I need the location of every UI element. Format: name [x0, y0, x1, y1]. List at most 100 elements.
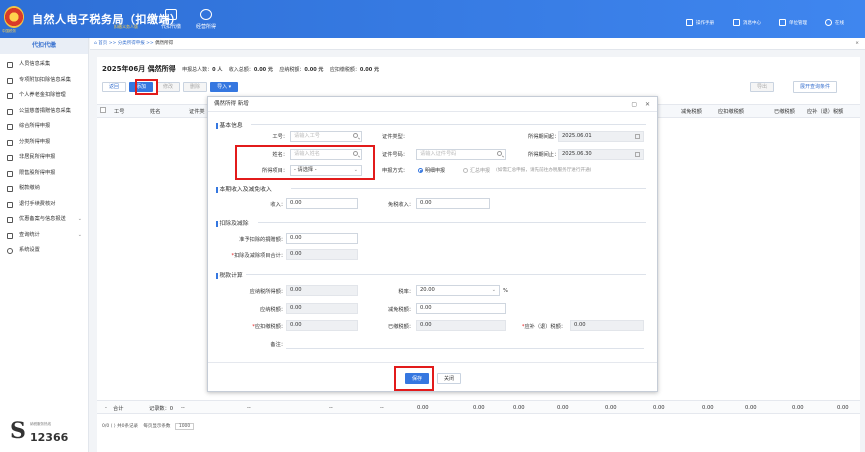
method-summary-radio[interactable]: 汇总申报	[463, 167, 490, 174]
sidebar-item-nonresident[interactable]: 非居民所得申报	[0, 150, 88, 166]
pager-arrows[interactable]: ⟨ ⟩	[111, 424, 116, 429]
message-center-link[interactable]: 消息中心	[733, 19, 761, 26]
maximize-icon[interactable]: ▢	[631, 97, 637, 112]
sidebar-item-pension[interactable]: 个人养老金扣除管理	[0, 88, 88, 104]
stock-icon	[7, 170, 13, 177]
hotline-logo: S 纳税服务热线 12366	[10, 418, 69, 444]
add-record-dialog: 偶然所得 新增 ▢ ✕ 基本信息 工号： 请输入工号 证件类型： 所得期间起： …	[207, 96, 658, 392]
stat-withhold: 应扣缴税额：0.00 元	[329, 67, 379, 73]
unit-management-link[interactable]: 单位管理	[779, 19, 807, 26]
close-tab-icon[interactable]: ×	[855, 38, 859, 50]
section-tax-calc: 税款计算	[216, 270, 646, 279]
dialog-footer: 保存 关闭	[208, 362, 657, 392]
breadcrumb-parent[interactable]: 分类所得申报	[118, 41, 145, 46]
sidebar-item-person-info[interactable]: 人员信息采集	[0, 57, 88, 73]
tax-due-value: 0.00	[286, 303, 358, 314]
refund-icon	[7, 201, 13, 208]
stat-people: 申报总人数：0 人	[182, 67, 223, 73]
period-start-input[interactable]: 2025.06.01	[558, 131, 644, 142]
manual-link[interactable]: 操作手册	[686, 19, 714, 26]
calendar-icon	[635, 152, 640, 157]
person-icon	[7, 62, 13, 68]
import-button[interactable]: 导入 ▾	[210, 82, 239, 92]
per-page-select[interactable]: 1000	[174, 423, 195, 430]
preferential-icon	[7, 217, 13, 223]
chevron-down-icon: ⌄	[77, 216, 82, 222]
sidebar-item-special-deduction[interactable]: 专项附加扣除信息采集	[0, 73, 88, 89]
coins-icon	[200, 9, 212, 20]
chevron-down-icon: ▾	[228, 84, 232, 90]
section-income: 本期收入及减免收入	[216, 184, 646, 193]
income-input[interactable]: 0.00	[286, 198, 358, 209]
section-deduction: 扣除及减除	[216, 218, 646, 227]
edit-button[interactable]: 修改	[156, 82, 181, 92]
dialog-title: 偶然所得 新增	[214, 101, 249, 107]
sidebar-header: 代扣代缴	[0, 38, 88, 54]
online-status[interactable]: 在线	[825, 19, 844, 26]
sidebar-item-donation[interactable]: 公益慈善捐赠信息采集	[0, 104, 88, 120]
sidebar-item-query[interactable]: 查询统计 ⌄	[0, 228, 88, 244]
highlight-add-button	[135, 79, 158, 95]
hotline-number: 12366	[30, 431, 69, 444]
sidebar-item-comprehensive[interactable]: 综合所得申报	[0, 119, 88, 135]
query-icon	[7, 232, 13, 239]
nav-business-income[interactable]: 经营所得	[186, 9, 226, 30]
highlight-save-button	[394, 366, 434, 391]
breadcrumb-current: 偶然所得	[155, 41, 174, 46]
toolbar: 返回 添加 修改 删除 导入 ▾	[102, 82, 239, 92]
export-button[interactable]: 导出	[750, 82, 775, 92]
search-icon[interactable]	[353, 133, 358, 138]
app-subtitle: 扣缴义务人版	[114, 24, 138, 29]
back-button[interactable]: 返回	[102, 82, 127, 92]
tax-emblem-icon	[4, 6, 24, 28]
expand-query-button[interactable]: 展开查询条件	[793, 81, 838, 93]
donation-input[interactable]: 0.00	[286, 233, 358, 244]
select-all-checkbox[interactable]	[100, 107, 106, 113]
note-input[interactable]	[286, 348, 644, 349]
summary-row: - 合计 记录数：0 -- -- -- -- 0.00 0.00 0.00 0.…	[97, 400, 860, 414]
cert-number-input[interactable]: 请输入证件号码	[416, 149, 506, 160]
dialog-header: 偶然所得 新增 ▢ ✕	[208, 97, 657, 112]
breadcrumb-home[interactable]: 首页	[98, 41, 107, 46]
nav-withholding[interactable]: 代扣代缴	[151, 9, 191, 30]
sidebar-item-refund-fee[interactable]: 退付手续费核对	[0, 197, 88, 213]
gear-icon	[7, 248, 13, 254]
sidebar-item-tax-payment[interactable]: 税款缴纳	[0, 181, 88, 197]
tax-relief-input[interactable]: 0.00	[416, 303, 506, 314]
taxable-income-value: 0.00	[286, 285, 358, 296]
pension-icon	[7, 93, 13, 99]
method-detail-radio[interactable]: 明细申报	[418, 167, 445, 174]
breadcrumb: ⌂ 首页 >> 分类所得申报 >> 偶然所得 ×	[90, 38, 865, 50]
close-button[interactable]: 关闭	[437, 373, 462, 384]
close-icon[interactable]: ✕	[645, 97, 650, 112]
nav-label: 经营所得	[195, 24, 216, 30]
tax-rate-select[interactable]: 20.00 ⌄	[416, 285, 500, 296]
pagination: 0/0 ⟨ ⟩ 共0条记录 每页显示条数 1000	[102, 423, 195, 430]
period-end-input[interactable]: 2025.06.30	[558, 149, 644, 160]
sidebar-item-preferential[interactable]: 优惠备案与信息报送 ⌄	[0, 212, 88, 228]
withhold-value: 0.00	[286, 320, 358, 331]
briefcase-icon	[165, 9, 177, 20]
sidebar-item-settings[interactable]: 系统设置	[0, 243, 88, 259]
emblem-caption: 中国税务	[2, 29, 16, 33]
section-basic-info: 基本信息	[216, 120, 646, 129]
delete-button[interactable]: 删除	[183, 82, 208, 92]
payment-icon	[7, 186, 13, 192]
search-icon[interactable]	[497, 151, 502, 156]
withhold-label: *应扣缴税额：	[252, 324, 286, 330]
dialog-body: 基本信息 工号： 请输入工号 证件类型： 所得期间起： 2025.06.01 姓…	[208, 112, 657, 362]
category-icon	[7, 139, 13, 146]
sidebar-item-restricted-stock[interactable]: 限售股所得申报	[0, 166, 88, 182]
globe-icon	[7, 155, 13, 161]
sidebar-item-classified[interactable]: 分类所得申报	[0, 135, 88, 151]
paid-value: 0.00	[416, 320, 506, 331]
calendar-icon	[635, 134, 640, 139]
book-icon	[686, 19, 693, 26]
message-icon	[733, 19, 740, 26]
employee-id-input[interactable]: 请输入工号	[290, 131, 362, 142]
hotline-logo-mark: S	[10, 418, 26, 444]
nav-label: 代扣代缴	[160, 24, 181, 30]
deduct-total-label: *扣除及减除项目合计：	[231, 253, 286, 259]
chevron-down-icon: ⌄	[491, 287, 496, 293]
exempt-income-input[interactable]: 0.00	[416, 198, 490, 209]
